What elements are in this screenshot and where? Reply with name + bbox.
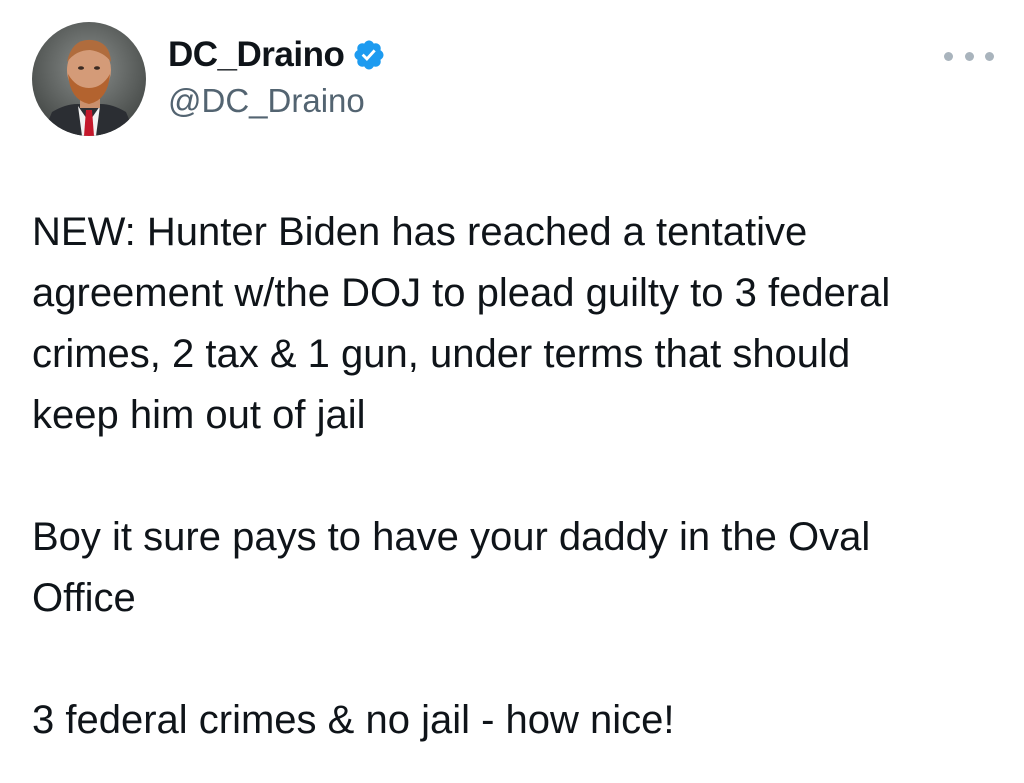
- tweet-line: keep him out of jail: [32, 393, 366, 437]
- tweet-line: crimes, 2 tax & 1 gun, under terms that …: [32, 332, 851, 376]
- author-info: DC_Draino @DC_Draino: [168, 30, 386, 120]
- tweet-line: agreement w/the DOJ to plead guilty to 3…: [32, 271, 891, 315]
- name-row: DC_Draino: [168, 30, 386, 80]
- user-handle[interactable]: @DC_Draino: [168, 82, 386, 120]
- tweet-text: NEW: Hunter Biden has reached a tentativ…: [32, 202, 1002, 751]
- more-dot: [964, 51, 974, 61]
- more-dot: [944, 51, 953, 61]
- tweet-line: NEW: Hunter Biden has reached a tentativ…: [32, 210, 808, 254]
- verified-badge-icon: [352, 38, 386, 72]
- more-dot: [985, 51, 994, 61]
- tweet-line: Office: [32, 576, 136, 620]
- tweet-card: DC_Draino @DC_Draino NEW: Hunter Biden h…: [0, 0, 1024, 783]
- more-options-icon[interactable]: [944, 44, 994, 68]
- avatar[interactable]: [32, 22, 146, 136]
- tweet-line: 3 federal crimes & no jail - how nice!: [32, 698, 675, 742]
- tweet-line: Boy it sure pays to have your daddy in t…: [32, 515, 871, 559]
- display-name[interactable]: DC_Draino: [168, 35, 345, 75]
